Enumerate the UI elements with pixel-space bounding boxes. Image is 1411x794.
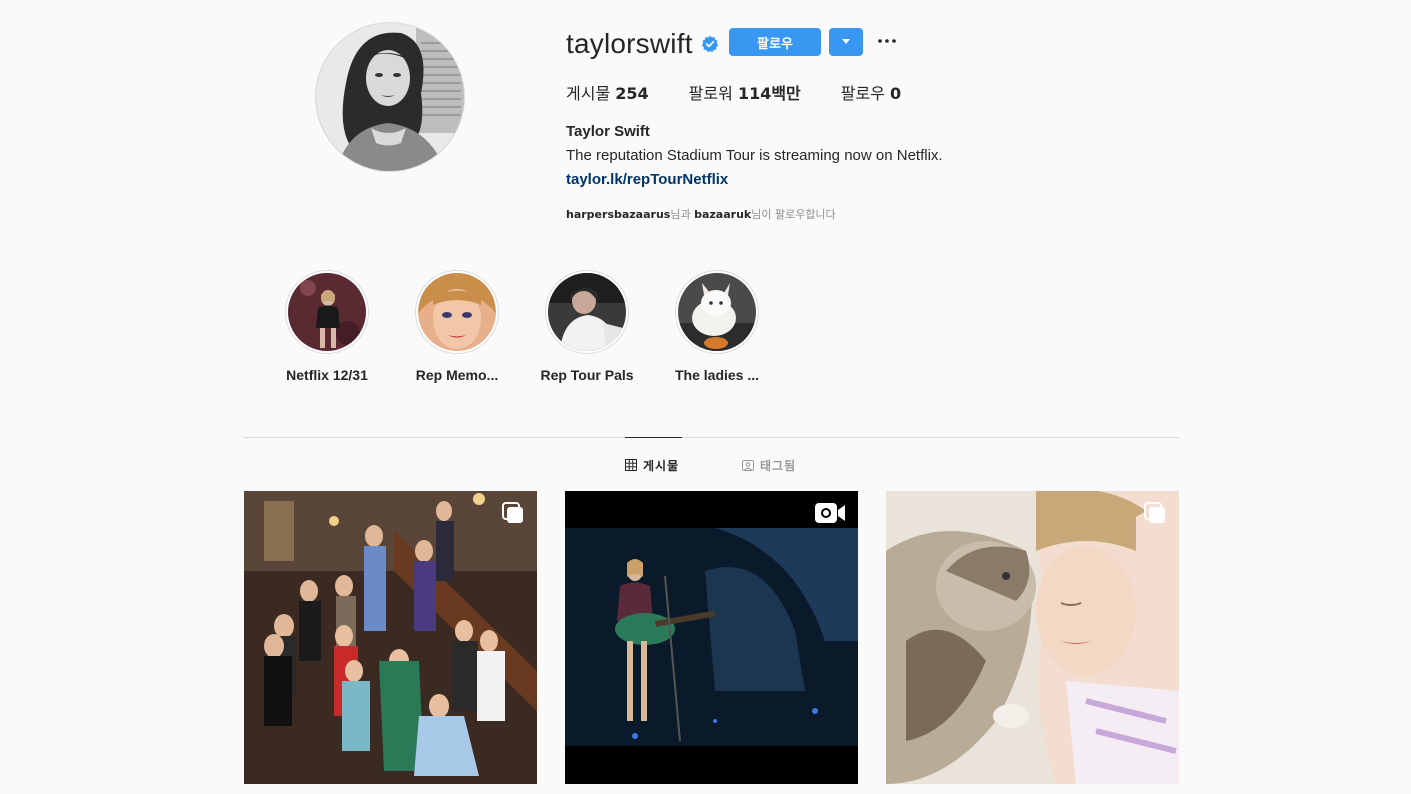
- highlight-ring: [415, 270, 499, 354]
- tab-posts[interactable]: 게시물: [625, 456, 679, 474]
- highlight-item[interactable]: Rep Memo...: [392, 270, 522, 383]
- followed-by-text: harpersbazaarus님과 bazaaruk님이 팔로우합니다: [566, 206, 836, 222]
- posts-count-label: 게시물: [566, 84, 611, 103]
- post-image: [244, 491, 537, 784]
- ellipsis-icon: [878, 39, 896, 43]
- posts-count-value: 254: [615, 84, 649, 103]
- profile-avatar[interactable]: [315, 22, 465, 172]
- followed-by-user-link[interactable]: bazaaruk: [694, 208, 751, 221]
- profile-bio-link[interactable]: taylor.lk/repTourNetflix: [566, 171, 728, 188]
- highlight-label: The ladies ...: [674, 367, 760, 383]
- followed-by-conj: 님과: [670, 208, 691, 221]
- followers-count-value: 114백만: [737, 84, 801, 103]
- tab-posts-label: 게시물: [643, 458, 680, 473]
- highlight-cover: [288, 273, 366, 351]
- video-icon: [815, 503, 845, 523]
- highlight-item[interactable]: Netflix 12/31: [262, 270, 392, 383]
- highlight-ring: [675, 270, 759, 354]
- profile-bio: The reputation Stadium Tour is streaming…: [566, 147, 943, 164]
- profile-page: taylorswift 팔로우 게시물 254 팔로워 114백만 팔로우 0 …: [0, 0, 1411, 794]
- highlight-item[interactable]: Rep Tour Pals: [522, 270, 652, 383]
- highlight-ring: [285, 270, 369, 354]
- followed-by-user-link[interactable]: harpersbazaarus: [566, 208, 670, 221]
- multiple-images-icon: [502, 502, 523, 523]
- caret-down-icon: [842, 39, 850, 44]
- highlight-label: Rep Tour Pals: [540, 367, 634, 383]
- highlight-label: Netflix 12/31: [286, 367, 368, 383]
- following-count-label: 팔로우: [840, 84, 885, 103]
- following-count[interactable]: 팔로우 0: [841, 80, 901, 104]
- profile-full-name: Taylor Swift: [566, 123, 650, 140]
- posts-count: 게시물 254: [566, 80, 649, 104]
- story-highlights: Netflix 12/31 Rep Memo... Rep Tour Pals …: [262, 270, 782, 383]
- highlight-cover: [678, 273, 756, 351]
- highlight-item[interactable]: The ladies ...: [652, 270, 782, 383]
- followed-by-suffix: 님이 팔로우합니다: [751, 208, 836, 221]
- more-options-button[interactable]: [876, 32, 898, 50]
- tabs-divider: [243, 437, 1179, 438]
- suggested-dropdown-button[interactable]: [829, 28, 863, 56]
- active-tab-indicator: [625, 437, 682, 438]
- tagged-icon: [742, 460, 754, 471]
- highlight-cover: [418, 273, 496, 351]
- grid-icon: [625, 459, 637, 471]
- follow-button[interactable]: 팔로우: [729, 28, 821, 56]
- multiple-images-icon: [1144, 502, 1165, 523]
- highlight-label: Rep Memo...: [415, 367, 499, 383]
- post-image: [886, 491, 1179, 784]
- profile-username: taylorswift: [566, 28, 693, 59]
- profile-stats: 게시물 254 팔로워 114백만 팔로우 0: [566, 80, 941, 104]
- post-thumbnail[interactable]: [244, 491, 537, 784]
- post-thumbnail[interactable]: [886, 491, 1179, 784]
- username-row: taylorswift: [566, 26, 719, 62]
- highlight-cover: [548, 273, 626, 351]
- following-count-value: 0: [890, 84, 902, 103]
- tab-tagged[interactable]: 태그됨: [742, 456, 796, 474]
- followers-count[interactable]: 팔로워 114백만: [689, 80, 801, 104]
- post-image: [565, 491, 858, 784]
- tab-tagged-label: 태그됨: [760, 458, 797, 473]
- followers-count-label: 팔로워: [688, 84, 733, 103]
- verified-badge-icon: [701, 35, 718, 53]
- highlight-ring: [545, 270, 629, 354]
- post-thumbnail[interactable]: [565, 491, 858, 784]
